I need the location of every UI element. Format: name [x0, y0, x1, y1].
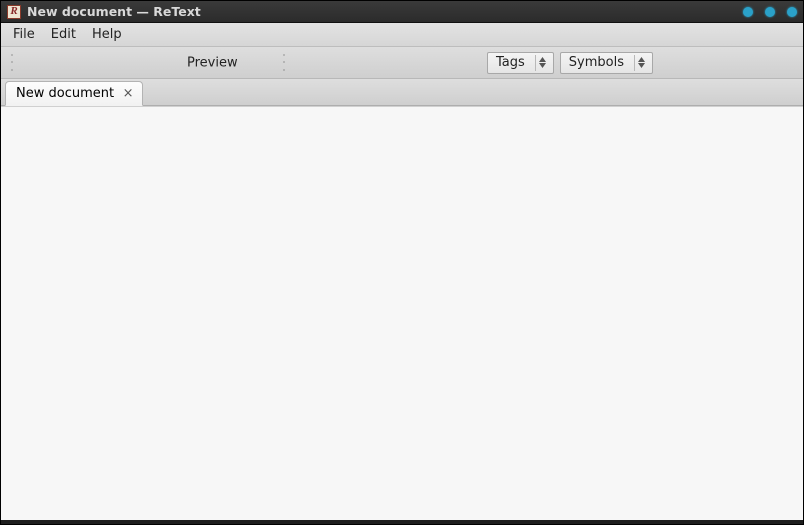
symbols-select[interactable]: Symbols: [560, 52, 653, 74]
maximize-button[interactable]: [765, 7, 775, 17]
toolbar-handle-icon[interactable]: [9, 52, 15, 74]
application-window: R New document — ReText File Edit Help P…: [0, 0, 804, 525]
menu-edit[interactable]: Edit: [43, 24, 84, 45]
document-tab[interactable]: New document ×: [5, 81, 143, 106]
toolbar-handle-icon[interactable]: [281, 52, 287, 74]
menu-bar: File Edit Help: [1, 23, 803, 47]
minimize-button[interactable]: [743, 7, 753, 17]
menu-file[interactable]: File: [5, 24, 43, 45]
tab-label: New document: [16, 86, 114, 101]
close-tab-button[interactable]: ×: [122, 88, 134, 100]
tab-bar: New document ×: [1, 79, 803, 106]
tags-select[interactable]: Tags: [487, 52, 554, 74]
preview-button[interactable]: Preview: [187, 55, 238, 70]
tags-select-label: Tags: [496, 55, 525, 70]
menu-help[interactable]: Help: [84, 24, 130, 45]
tool-bar: Preview Tags Symbols: [1, 47, 803, 79]
spin-arrows-icon: [635, 57, 648, 68]
text-editor[interactable]: [1, 107, 803, 520]
retext-app-icon: R: [7, 5, 21, 19]
close-icon: ×: [123, 87, 134, 100]
symbols-select-label: Symbols: [569, 55, 624, 70]
close-window-button[interactable]: [787, 7, 797, 17]
title-bar[interactable]: R New document — ReText: [1, 1, 803, 23]
window-title: New document — ReText: [27, 4, 201, 19]
spin-arrows-icon: [536, 57, 549, 68]
editor-area: [1, 106, 803, 520]
